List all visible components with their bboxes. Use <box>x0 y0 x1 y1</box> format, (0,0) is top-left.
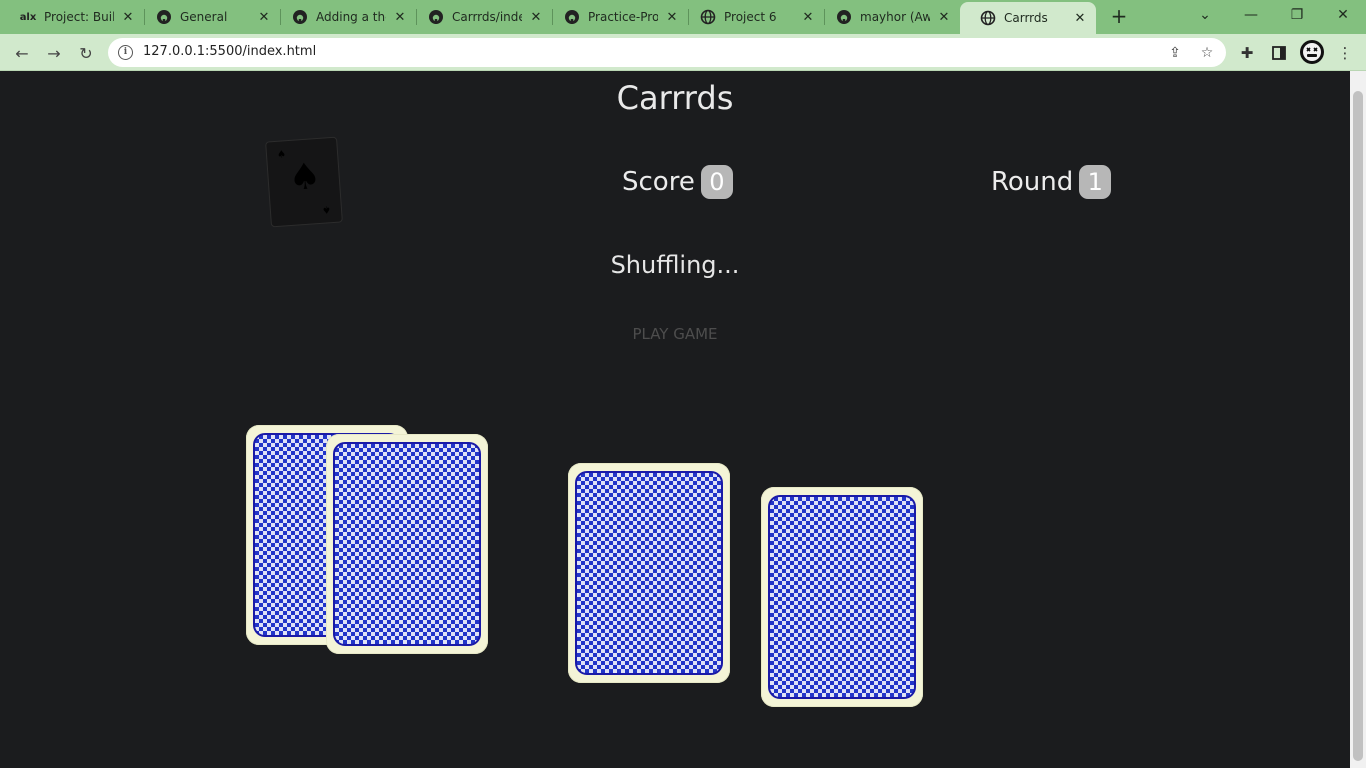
spade-icon: ♠ <box>287 155 323 200</box>
tab-practice-project[interactable]: Practice-Proje ✕ <box>544 0 688 34</box>
profile-avatar[interactable] <box>1300 40 1324 64</box>
round-label: Round <box>991 167 1074 197</box>
round-badge: 1 <box>1079 165 1112 199</box>
chevron-down-icon: ⌄ <box>1199 7 1211 23</box>
card[interactable] <box>326 434 488 654</box>
tab-carrrds-index[interactable]: Carrrds/index ✕ <box>408 0 552 34</box>
restore-button[interactable]: ❐ <box>1274 0 1320 30</box>
github-icon <box>564 9 580 25</box>
github-icon <box>836 9 852 25</box>
side-panel-icon <box>1272 46 1286 60</box>
github-icon <box>156 9 172 25</box>
deck-ace-card: ♠ ♠ ♠ <box>265 136 343 228</box>
tab-label: Practice-Proje <box>588 10 658 24</box>
new-tab-button[interactable]: + <box>1108 5 1130 27</box>
url-text[interactable]: 127.0.0.1:5500/index.html <box>143 44 316 59</box>
tab-mayhor[interactable]: mayhor (Awo ✕ <box>816 0 960 34</box>
tab-strip: alx Project: Build ✕ General ✕ Adding a … <box>0 0 1366 34</box>
close-icon[interactable]: ✕ <box>392 10 408 25</box>
card-back <box>575 471 723 675</box>
tab-label: Adding a the <box>316 10 386 24</box>
bookmark-star-icon[interactable]: ☆ <box>1198 44 1216 62</box>
info-icon[interactable]: i <box>118 45 133 60</box>
alx-logo-text: alx <box>19 11 37 23</box>
score-badge: 0 <box>700 165 733 199</box>
page-title: Carrrds <box>616 79 734 117</box>
close-icon[interactable]: ✕ <box>528 10 544 25</box>
close-icon[interactable]: ✕ <box>120 10 136 25</box>
tab-label: General <box>180 10 228 24</box>
reload-button[interactable]: ↻ <box>74 41 98 65</box>
card-back <box>333 442 481 646</box>
close-window-button[interactable]: ✕ <box>1320 0 1366 30</box>
close-icon: ✕ <box>1337 7 1349 23</box>
github-icon <box>428 9 444 25</box>
browser-toolbar: ← → ↻ i 127.0.0.1:5500/index.html ⇪ ☆ ✚ … <box>0 34 1366 71</box>
tab-project-build[interactable]: alx Project: Build ✕ <box>0 0 144 34</box>
tab-general[interactable]: General ✕ <box>136 0 280 34</box>
close-icon[interactable]: ✕ <box>1072 11 1088 26</box>
tab-carrrds[interactable]: Carrrds ✕ <box>960 2 1096 34</box>
globe-icon <box>980 10 996 26</box>
tab-label: Project: Build <box>44 10 114 24</box>
tab-adding-a-theme[interactable]: Adding a the ✕ <box>272 0 416 34</box>
page-content: Carrrds ♠ ♠ ♠ Score 0 Round 1 Shuffling.… <box>0 71 1350 768</box>
back-button[interactable]: ← <box>10 41 34 65</box>
tab-label: mayhor (Awo <box>860 10 930 24</box>
minimize-icon: — <box>1244 7 1258 23</box>
kebab-menu-icon: ⋮ <box>1337 44 1353 62</box>
avatar-face-icon <box>1303 43 1321 61</box>
status-message: Shuffling... <box>610 251 740 279</box>
spade-pip-icon: ♠ <box>321 203 332 215</box>
card[interactable] <box>761 487 923 707</box>
play-game-button[interactable]: PLAY GAME <box>610 322 740 346</box>
minimize-button[interactable]: — <box>1228 0 1274 30</box>
extensions-button[interactable]: ✚ <box>1236 42 1258 64</box>
page-scrollbar[interactable] <box>1350 71 1366 768</box>
tab-project-6[interactable]: Project 6 ✕ <box>680 0 824 34</box>
puzzle-icon: ✚ <box>1240 44 1254 62</box>
arrow-right-icon: → <box>47 43 61 63</box>
restore-icon: ❐ <box>1290 7 1304 23</box>
round-display: Round 1 <box>991 165 1112 199</box>
score-display: Score 0 <box>622 165 733 199</box>
tab-label: Carrrds <box>1004 11 1048 25</box>
close-icon[interactable]: ✕ <box>664 10 680 25</box>
scrollbar-thumb[interactable] <box>1353 91 1363 761</box>
score-label: Score <box>622 167 695 197</box>
card[interactable] <box>568 463 730 683</box>
close-icon[interactable]: ✕ <box>256 10 272 25</box>
reload-icon: ↻ <box>79 43 93 63</box>
share-icon[interactable]: ⇪ <box>1166 44 1184 62</box>
alx-logo-icon: alx <box>19 9 37 25</box>
github-icon <box>292 9 308 25</box>
spade-pip-icon: ♠ <box>276 149 287 161</box>
address-bar[interactable]: i 127.0.0.1:5500/index.html ⇪ ☆ <box>108 38 1226 67</box>
globe-icon <box>700 9 716 25</box>
side-panel-button[interactable] <box>1268 42 1290 64</box>
forward-button[interactable]: → <box>42 41 66 65</box>
tab-search-button[interactable]: ⌄ <box>1182 0 1228 30</box>
arrow-left-icon: ← <box>15 43 29 63</box>
tab-label: Project 6 <box>724 10 777 24</box>
close-icon[interactable]: ✕ <box>936 10 952 25</box>
menu-button[interactable]: ⋮ <box>1334 42 1356 64</box>
close-icon[interactable]: ✕ <box>800 10 816 25</box>
card-back <box>768 495 916 699</box>
tab-label: Carrrds/index <box>452 10 522 24</box>
